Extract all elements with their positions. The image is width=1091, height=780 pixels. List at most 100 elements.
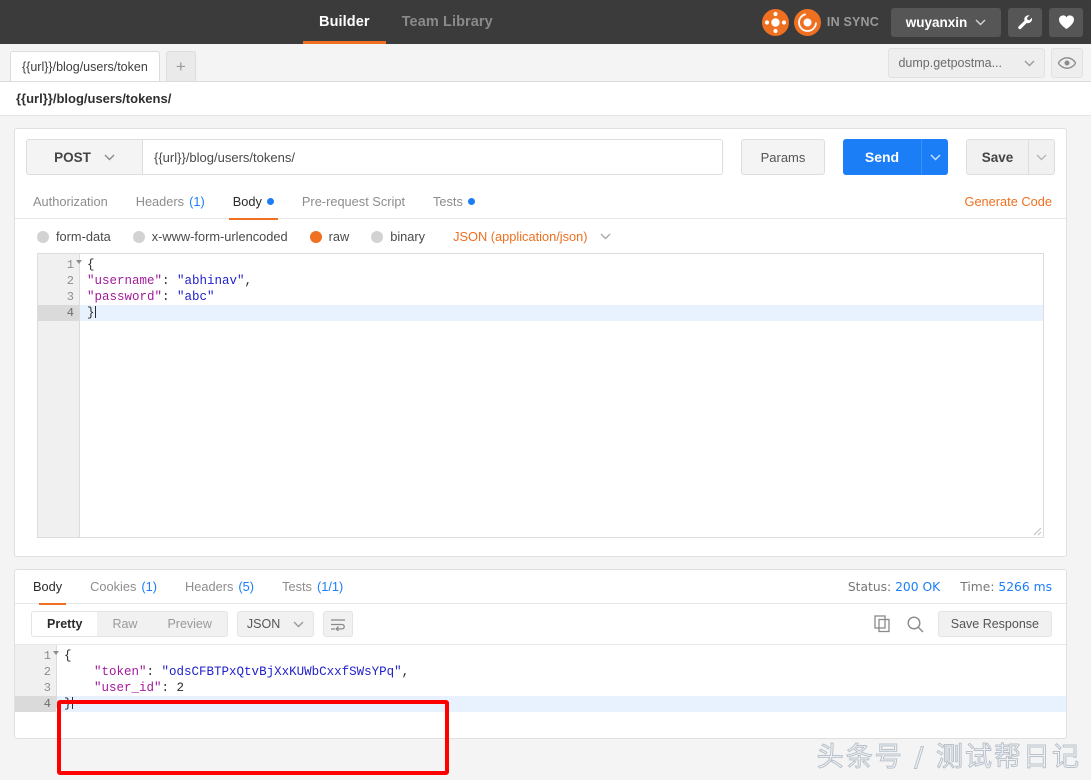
code-line: "username": "abhinav", — [80, 273, 1043, 289]
response-toolbar: Pretty Raw Preview JSON Save Response — [15, 604, 1066, 644]
save-group: Save — [966, 139, 1055, 175]
copy-icon[interactable] — [874, 615, 892, 633]
send-button[interactable]: Send — [843, 139, 921, 175]
response-tab-headers-label: Headers — [185, 579, 234, 594]
request-url-value: {{url}}/blog/users/tokens/ — [154, 149, 295, 165]
line-number: 4 — [15, 696, 56, 712]
body-type-form-data[interactable]: form-data — [37, 229, 111, 244]
add-request-tab-button[interactable]: + — [165, 51, 196, 81]
view-mode-pretty-label: Pretty — [47, 617, 83, 631]
tab-headers-badge: (1) — [189, 194, 205, 209]
favorites-button[interactable] — [1049, 7, 1083, 37]
save-button[interactable]: Save — [966, 139, 1028, 175]
word-wrap-button[interactable] — [323, 611, 354, 637]
request-tab[interactable]: {{url}}/blog/users/token — [10, 51, 160, 81]
response-section-tabs: Body Cookies (1) Headers (5) Tests (1/1)… — [15, 570, 1066, 605]
body-type-binary[interactable]: binary — [371, 229, 425, 244]
save-response-button[interactable]: Save Response — [937, 611, 1052, 637]
view-mode-raw[interactable]: Raw — [97, 612, 152, 636]
radio-selected-icon — [309, 230, 322, 243]
environment-quick-look-button[interactable] — [1051, 48, 1083, 78]
body-type-form-data-label: form-data — [56, 229, 111, 244]
response-tab-headers[interactable]: Headers (5) — [171, 570, 268, 604]
view-mode-raw-label: Raw — [112, 617, 138, 631]
request-panel: POST {{url}}/blog/users/tokens/ Params S… — [14, 128, 1067, 557]
tab-authorization[interactable]: Authorization — [29, 185, 122, 219]
chevron-down-icon — [600, 233, 611, 240]
view-mode-preview[interactable]: Preview — [152, 612, 226, 636]
watermark-text: 头条号 / 测试帮日记 — [816, 742, 1081, 774]
code-token: , — [401, 665, 410, 679]
radio-icon — [132, 230, 145, 243]
code-token: "odsCFBTPxQtvBjXxKUWbCxxfSWsYPq" — [161, 665, 402, 679]
radio-icon — [371, 230, 384, 243]
tab-team-library-label: Team Library — [401, 14, 493, 30]
response-format-select[interactable]: JSON — [236, 611, 315, 637]
line-number: 3 — [66, 290, 74, 304]
send-options-button[interactable] — [921, 139, 948, 175]
tab-headers[interactable]: Headers (1) — [122, 185, 219, 219]
response-tab-body[interactable]: Body — [29, 570, 76, 605]
text-caret — [94, 306, 96, 318]
request-url-input[interactable]: {{url}}/blog/users/tokens/ — [143, 139, 723, 175]
body-type-binary-label: binary — [390, 229, 426, 244]
wrench-icon — [1017, 14, 1032, 29]
tab-pre-request-script[interactable]: Pre-request Script — [288, 185, 419, 219]
tab-team-library[interactable]: Team Library — [386, 0, 509, 44]
tab-builder[interactable]: Builder — [303, 0, 386, 44]
body-type-raw[interactable]: raw — [309, 229, 349, 244]
tab-tests-label: Tests — [433, 194, 463, 209]
code-line: "password": "abc" — [80, 289, 1043, 305]
view-mode-preview-label: Preview — [167, 617, 212, 631]
tab-tests[interactable]: Tests — [419, 185, 489, 219]
generate-code-label: Generate Code — [964, 194, 1052, 209]
environment-area: dump.getpostma... — [888, 48, 1083, 78]
settings-wrench-button[interactable] — [1008, 7, 1042, 37]
body-modified-dot-icon — [266, 198, 274, 205]
response-tab-tests[interactable]: Tests (1/1) — [268, 570, 357, 604]
sync-status-icon[interactable] — [793, 8, 821, 36]
code-token: "password" — [87, 290, 163, 304]
search-icon[interactable] — [906, 615, 924, 633]
tab-body[interactable]: Body — [219, 185, 288, 220]
status-value: 200 OK — [895, 579, 941, 594]
http-method-select[interactable]: POST — [26, 139, 143, 175]
request-title: {{url}}/blog/users/tokens/ — [16, 91, 172, 106]
view-mode-pretty[interactable]: Pretty — [32, 612, 98, 636]
eye-icon — [1058, 57, 1076, 69]
sync-logos — [761, 8, 821, 36]
response-tab-cookies[interactable]: Cookies (1) — [76, 570, 171, 604]
send-label: Send — [864, 149, 900, 165]
request-editor-gutter: 12 34 — [38, 254, 82, 537]
body-type-urlencoded[interactable]: x-www-form-urlencoded — [132, 229, 288, 244]
tab-pre-request-script-label: Pre-request Script — [301, 194, 406, 209]
user-menu[interactable]: wuyanxin — [891, 7, 1001, 37]
save-options-button[interactable] — [1028, 139, 1055, 175]
code-token: "user_id" — [94, 681, 162, 695]
request-section-tabs: Authorization Headers (1) Body Pre-reque… — [15, 185, 1066, 220]
request-editor-code[interactable]: {"username": "abhinav", "password": "abc"… — [80, 254, 1043, 537]
raw-format-select[interactable]: JSON (application/json) — [453, 229, 611, 244]
body-type-row: form-data x-www-form-urlencoded raw bina… — [15, 219, 1066, 253]
code-token: : — [162, 290, 178, 304]
code-line: "token": "odsCFBTPxQtvBjXxKUWbCxxfSWsYPq… — [57, 664, 1066, 680]
response-editor-code[interactable]: { "token": "odsCFBTPxQtvBjXxKUWbCxxfSWsY… — [57, 645, 1066, 712]
resize-grip-icon[interactable] — [1030, 524, 1042, 536]
tab-headers-label: Headers — [135, 194, 185, 209]
response-body-editor[interactable]: 1234 { "token": "odsCFBTPxQtvBjXxKUWbCxx… — [15, 644, 1066, 712]
code-line: } — [80, 305, 1043, 321]
line-number: 1 — [38, 257, 82, 273]
request-tab-label: {{url}}/blog/users/token — [22, 59, 148, 74]
request-body-editor[interactable]: 1234 {"username": "abhinav", "password": … — [37, 253, 1044, 538]
sync-status-label: IN SYNC — [826, 15, 879, 29]
line-number: 2 — [43, 665, 51, 679]
code-line: } — [57, 696, 1066, 712]
raw-format-label: JSON (application/json) — [453, 229, 588, 244]
environment-select[interactable]: dump.getpostma... — [888, 48, 1045, 78]
method-url-row: POST {{url}}/blog/users/tokens/ Params S… — [15, 129, 1066, 185]
chevron-down-icon — [104, 154, 115, 160]
params-button[interactable]: Params — [741, 139, 825, 175]
chevron-down-icon — [293, 621, 304, 627]
tests-modified-dot-icon — [467, 198, 475, 205]
generate-code-link[interactable]: Generate Code — [964, 194, 1052, 209]
